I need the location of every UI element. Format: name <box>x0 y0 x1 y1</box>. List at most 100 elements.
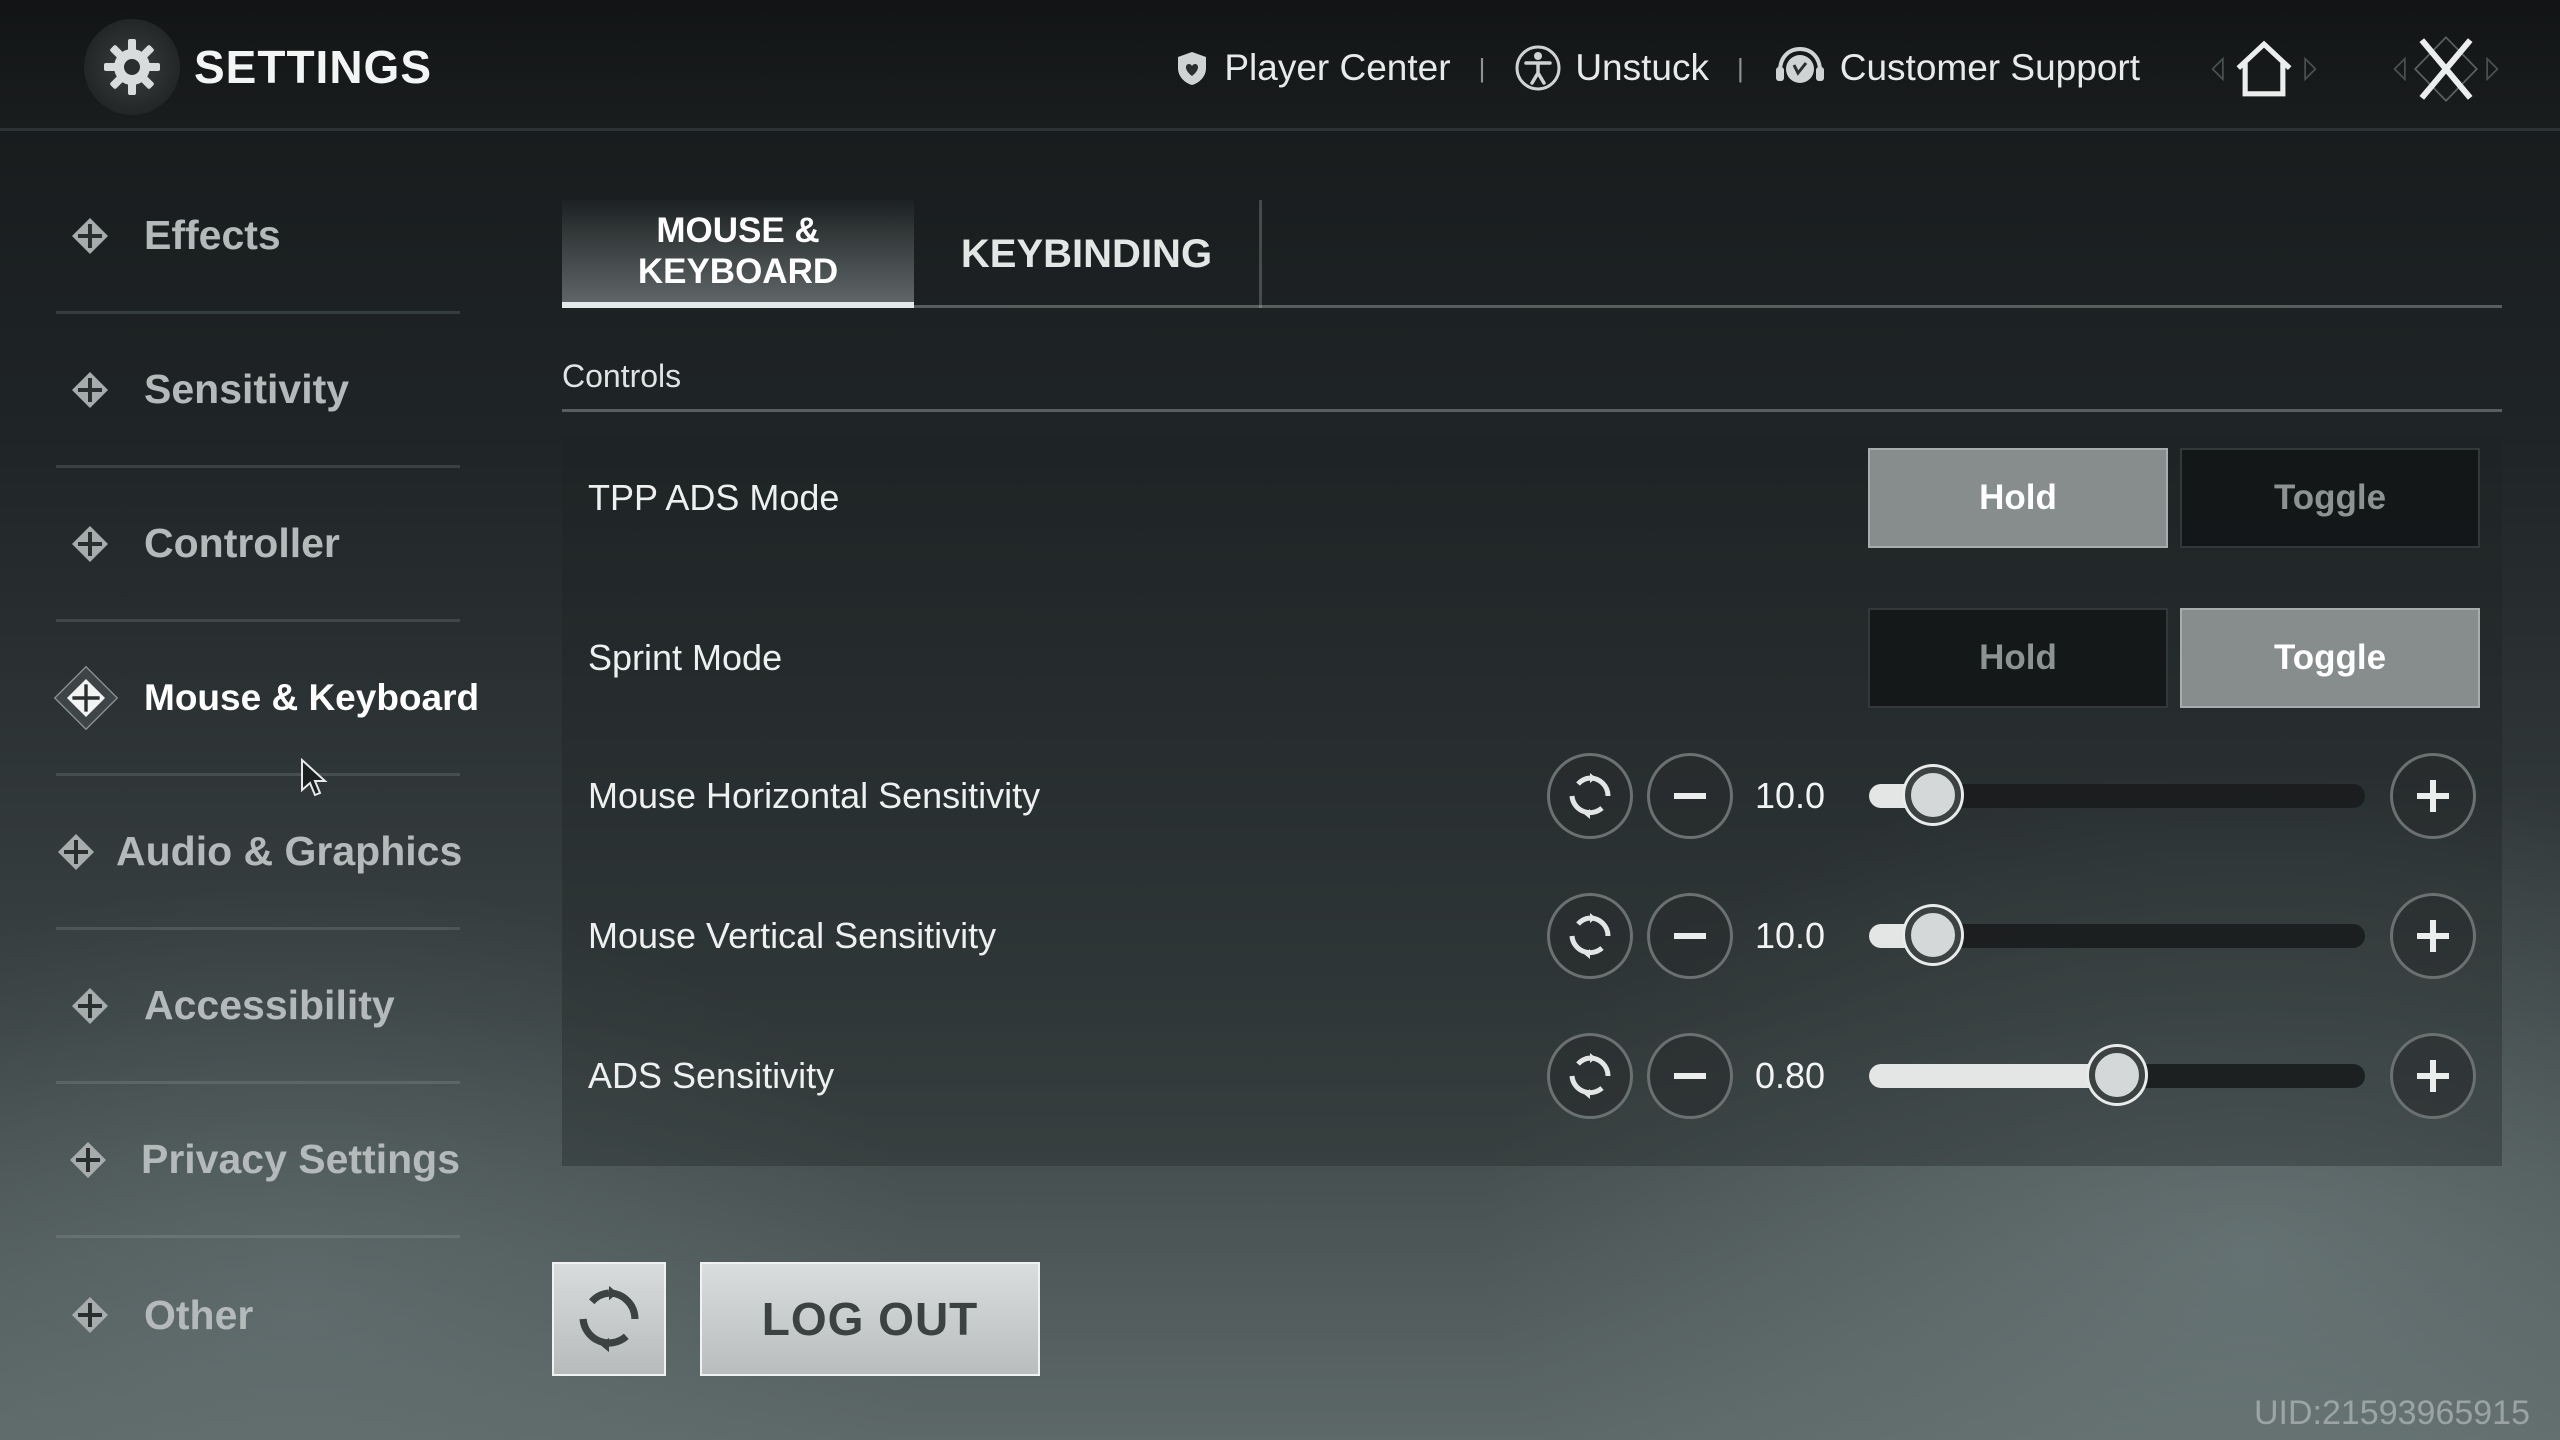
plus-icon <box>2417 920 2449 952</box>
logout-button[interactable]: LOG OUT <box>700 1262 1040 1376</box>
sidebar-item-sensitivity[interactable]: Sensitivity <box>56 314 460 468</box>
slider-knob[interactable] <box>1905 767 1962 823</box>
top-bar: SETTINGS Player Center | Unstuck | Custo… <box>0 0 2560 131</box>
setting-value: 10.0 <box>1755 775 1826 816</box>
customer-support-link[interactable]: Customer Support <box>1772 43 2140 93</box>
setting-label: Mouse Horizontal Sensitivity <box>588 775 1041 816</box>
settings-panel: MOUSE & KEYBOARD KEYBINDING Controls TPP… <box>562 200 2502 1166</box>
sidebar-item-label: Other <box>144 1291 254 1338</box>
headset-icon <box>1775 46 1824 83</box>
decrease-button[interactable] <box>1647 893 1733 979</box>
minus-icon <box>1674 933 1706 939</box>
slider-knob[interactable] <box>1905 907 1962 963</box>
diamond-icon <box>56 524 124 564</box>
home-icon <box>2211 40 2317 97</box>
increase-button[interactable] <box>2390 753 2476 839</box>
shield-heart-icon <box>1178 52 1207 85</box>
header-links: Player Center | Unstuck | Customer Suppo… <box>1172 38 2140 98</box>
slider-fill <box>1869 1064 2117 1088</box>
diamond-icon <box>56 1140 121 1180</box>
sidebar-item-privacy-settings[interactable]: Privacy Settings <box>56 1084 460 1238</box>
diamond-icon <box>56 370 124 410</box>
setting-row-tpp-ads-mode: TPP ADS Mode Hold Toggle <box>562 448 2502 548</box>
reset-icon <box>579 1285 639 1353</box>
home-button[interactable] <box>2204 24 2324 114</box>
reset-icon <box>1569 773 1611 819</box>
customer-support-label: Customer Support <box>1839 47 2140 88</box>
settings-sidebar: Effects Sensitivity Controller Mouse & K… <box>53 160 496 1392</box>
mouse-horizontal-slider[interactable] <box>1869 767 2365 823</box>
sprint-hold-button[interactable]: Hold <box>1868 608 2168 708</box>
mouse-vertical-slider[interactable] <box>1869 907 2365 963</box>
setting-value: 0.80 <box>1755 1055 1826 1096</box>
tab-mouse-keyboard[interactable]: MOUSE & KEYBOARD <box>562 200 914 308</box>
diamond-icon <box>56 216 124 256</box>
setting-row-mouse-vertical: Mouse Vertical Sensitivity 10.0 <box>562 891 2502 981</box>
sidebar-item-label: Accessibility <box>144 982 395 1028</box>
accessibility-person-icon <box>1515 45 1561 91</box>
setting-label: Mouse Vertical Sensitivity <box>588 915 997 956</box>
sprint-toggle-button[interactable]: Toggle <box>2180 608 2480 708</box>
page-title: SETTINGS <box>194 41 433 93</box>
bottom-actions: LOG OUT <box>552 1262 1040 1376</box>
reset-icon <box>1569 913 1611 959</box>
ads-sensitivity-slider[interactable] <box>1869 1047 2365 1103</box>
sidebar-item-accessibility[interactable]: Accessibility <box>56 930 460 1084</box>
sidebar-item-label: Controller <box>144 520 340 566</box>
sidebar-item-other[interactable]: Other <box>56 1238 460 1392</box>
user-id-label: UID:21593965915 <box>2253 1394 2530 1432</box>
ads-sensitivity-control: 0.80 <box>1547 1033 2365 1119</box>
diamond-selected-icon <box>52 648 120 748</box>
setting-label: ADS Sensitivity <box>588 1055 835 1096</box>
tpp-ads-mode-selector: Hold Toggle <box>1868 448 2480 548</box>
player-center-label: Player Center <box>1224 47 1451 88</box>
sidebar-item-audio-graphics[interactable]: Audio & Graphics <box>56 776 463 930</box>
sidebar-item-controller[interactable]: Controller <box>56 468 460 622</box>
setting-label: Sprint Mode <box>588 637 783 678</box>
tab-label-line1: MOUSE & <box>656 211 820 250</box>
player-center-link[interactable]: Player Center <box>1172 47 1451 89</box>
tab-keybinding[interactable]: KEYBINDING <box>914 200 1262 308</box>
minus-icon <box>1674 793 1706 799</box>
setting-value: 10.0 <box>1755 915 1826 956</box>
reset-button[interactable] <box>1547 1033 1633 1119</box>
minus-icon <box>1674 1073 1706 1079</box>
gear-icon <box>84 19 180 115</box>
reset-button[interactable] <box>1547 753 1633 839</box>
plus-icon <box>2417 1060 2449 1092</box>
tpp-ads-hold-button[interactable]: Hold <box>1868 448 2168 548</box>
close-icon <box>2393 36 2499 102</box>
diamond-icon <box>56 986 124 1026</box>
sidebar-item-label: Mouse & Keyboard <box>144 676 480 718</box>
decrease-button[interactable] <box>1647 753 1733 839</box>
sidebar-item-mouse-keyboard[interactable]: Mouse & Keyboard <box>53 622 479 776</box>
sidebar-item-label: Audio & Graphics <box>116 828 463 874</box>
setting-row-ads-sensitivity: ADS Sensitivity 0.80 <box>562 1031 2502 1121</box>
settings-rows: TPP ADS Mode Hold Toggle Sprint Mode Hol… <box>562 436 2502 1166</box>
tpp-ads-toggle-button[interactable]: Toggle <box>2180 448 2480 548</box>
close-button[interactable] <box>2386 24 2506 114</box>
unstuck-link[interactable]: Unstuck <box>1513 43 1709 93</box>
reset-icon <box>1569 1053 1611 1099</box>
reset-all-button[interactable] <box>552 1262 666 1376</box>
sidebar-item-label: Privacy Settings <box>140 1136 460 1182</box>
increase-button[interactable] <box>2390 1033 2476 1119</box>
setting-row-sprint-mode: Sprint Mode Hold Toggle <box>562 608 2502 708</box>
setting-row-mouse-horizontal: Mouse Horizontal Sensitivity 10.0 <box>562 751 2502 841</box>
plus-icon <box>2417 780 2449 812</box>
separator: | <box>1478 52 1486 83</box>
sidebar-item-effects[interactable]: Effects <box>56 160 460 314</box>
reset-button[interactable] <box>1547 893 1633 979</box>
sprint-mode-selector: Hold Toggle <box>1868 608 2480 708</box>
unstuck-label: Unstuck <box>1575 47 1709 88</box>
diamond-icon <box>56 832 96 872</box>
diamond-icon <box>56 1295 124 1335</box>
mouse-horizontal-control: 10.0 <box>1547 753 2365 839</box>
decrease-button[interactable] <box>1647 1033 1733 1119</box>
separator: | <box>1736 52 1744 83</box>
mouse-vertical-control: 10.0 <box>1547 893 2365 979</box>
section-title: Controls <box>562 358 2502 412</box>
sidebar-item-label: Sensitivity <box>144 366 350 412</box>
increase-button[interactable] <box>2390 893 2476 979</box>
slider-knob[interactable] <box>2089 1047 2145 1103</box>
